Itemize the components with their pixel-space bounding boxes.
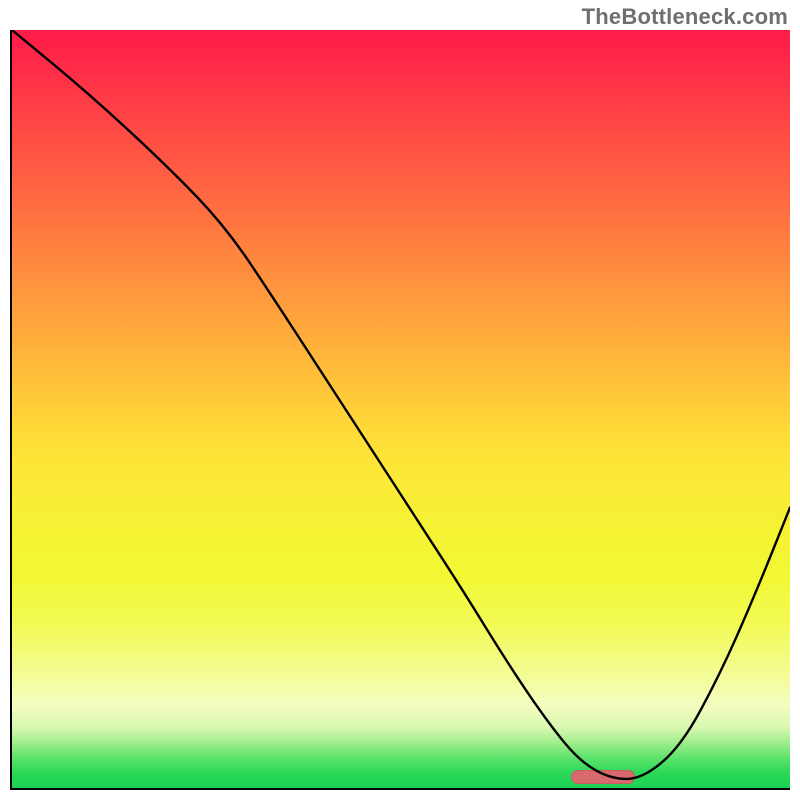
watermark-text: TheBottleneck.com <box>582 4 788 30</box>
chart-curve <box>12 30 790 788</box>
chart-plot-area <box>10 30 790 790</box>
